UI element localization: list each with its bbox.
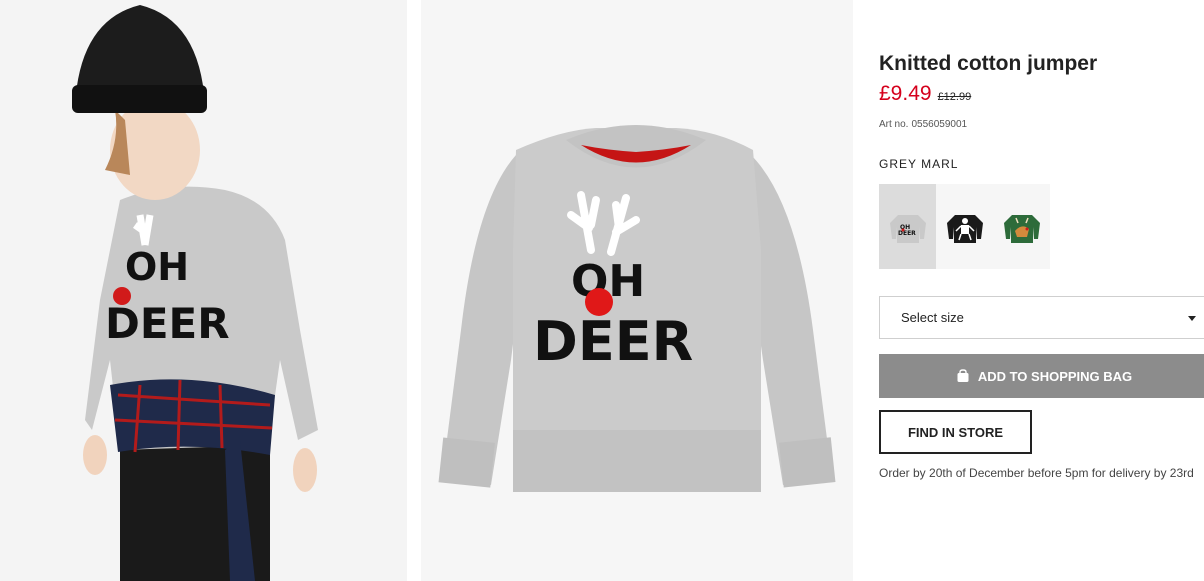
colour-swatches: OH DEER (879, 184, 1050, 269)
original-price: £12.99 (937, 91, 972, 103)
article-number-label: Art no. (879, 119, 909, 130)
flat-print-line2: DEER (533, 310, 693, 373)
price-row: £9.49 £12.99 (879, 82, 971, 106)
add-to-bag-label: ADD TO SHOPPING BAG (977, 368, 1133, 384)
model-print-line2: DEER (105, 299, 230, 348)
product-info-panel: Knitted cotton jumper £9.49 £12.99 Art n… (879, 0, 1204, 581)
size-select[interactable]: Select size (879, 296, 1204, 339)
swatch-black[interactable] (936, 184, 993, 269)
product-title: Knitted cotton jumper (879, 52, 1098, 75)
model-print-line1: OH (125, 245, 189, 289)
shopping-bag-icon (957, 369, 969, 382)
sale-price: £9.49 (879, 82, 932, 105)
swatch-grey-marl[interactable]: OH DEER (879, 184, 936, 269)
delivery-note: Order by 20th of December before 5pm for… (879, 466, 1194, 480)
model-photo: OH DEER (0, 0, 407, 581)
find-in-store-button[interactable]: FIND IN STORE (879, 410, 1032, 454)
flat-jumper-photo: OH DEER (421, 0, 853, 581)
selected-colour-name: GREY MARL (879, 157, 959, 171)
red-nose-pompom (585, 288, 613, 316)
svg-text:DEER: DEER (898, 230, 916, 237)
add-to-bag-button[interactable]: ADD TO SHOPPING BAG (879, 354, 1204, 398)
article-number-value: 0556059001 (911, 119, 968, 130)
article-number: Art no. 0556059001 (879, 119, 967, 130)
find-in-store-label: FIND IN STORE (907, 424, 1004, 440)
chevron-down-icon (1188, 316, 1196, 321)
size-select-label: Select size (901, 310, 964, 325)
grey-jumper-icon: OH DEER (889, 214, 926, 243)
swatch-green[interactable] (993, 184, 1050, 269)
green-reindeer-jumper-icon (1003, 214, 1040, 243)
product-image-model[interactable]: OH DEER (0, 0, 407, 581)
black-skeleton-jumper-icon (946, 214, 983, 243)
product-image-flat[interactable]: OH DEER (421, 0, 853, 581)
